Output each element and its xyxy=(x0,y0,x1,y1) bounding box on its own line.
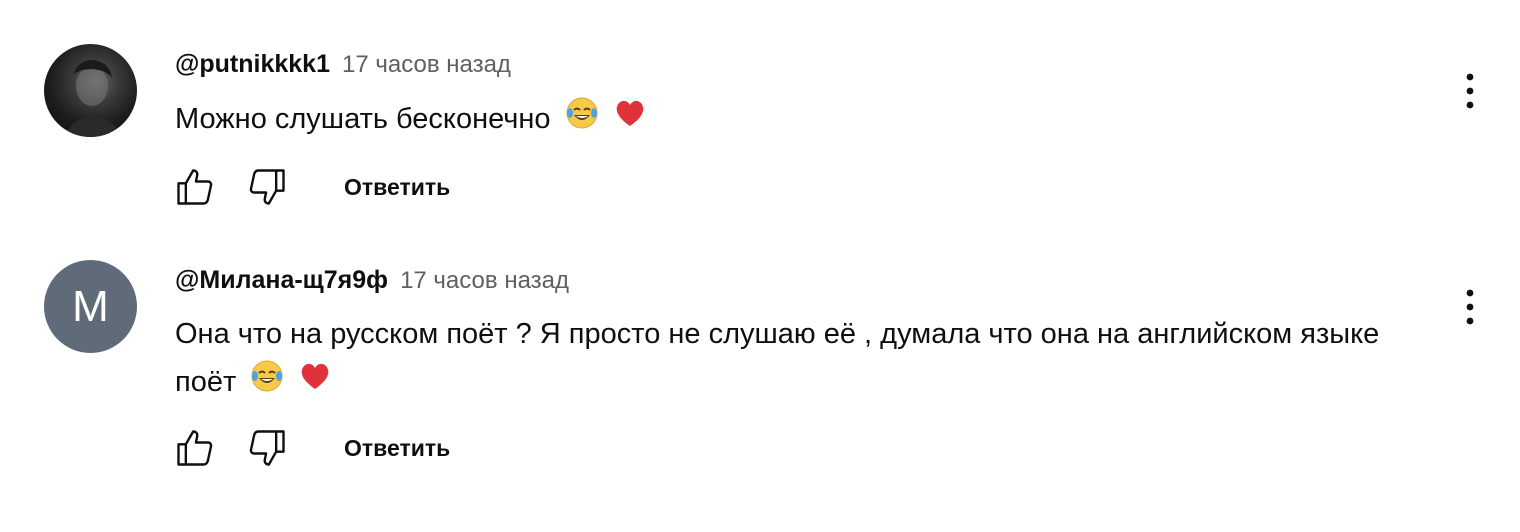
avatar[interactable] xyxy=(44,44,137,137)
like-button[interactable] xyxy=(170,162,220,212)
red-heart-icon xyxy=(613,96,647,145)
comment-menu-button[interactable] xyxy=(1450,66,1490,116)
comment-header: @Милана-щ7я9ф 17 часов назад xyxy=(175,266,569,295)
more-vert-icon xyxy=(1466,289,1474,325)
avatar-photo-image xyxy=(66,60,120,137)
like-button[interactable] xyxy=(170,423,220,473)
face-with-tears-of-joy-icon xyxy=(565,96,599,145)
reply-button[interactable]: Ответить xyxy=(344,435,450,462)
comment-menu-button[interactable] xyxy=(1450,282,1490,332)
dislike-icon xyxy=(249,430,285,466)
avatar-letter: M xyxy=(72,281,109,331)
dislike-button[interactable] xyxy=(242,423,292,473)
like-icon xyxy=(177,430,213,466)
comment-text-content: Можно слушать бесконечно xyxy=(175,103,551,135)
comment-header: @putnikkkk1 17 часов назад xyxy=(175,50,511,79)
more-vert-icon xyxy=(1466,73,1474,109)
reply-button[interactable]: Ответить xyxy=(344,174,450,201)
avatar[interactable]: M xyxy=(44,260,137,353)
comment-author[interactable]: @Милана-щ7я9ф xyxy=(175,266,388,295)
comment-actions: Ответить xyxy=(170,162,450,212)
dislike-icon xyxy=(249,169,285,205)
comment-text-content: Она что на русском поёт ? Я просто не сл… xyxy=(175,318,1380,398)
comment-text: Можно слушать бесконечно xyxy=(175,95,1435,145)
comment-author[interactable]: @putnikkkk1 xyxy=(175,50,330,79)
dislike-button[interactable] xyxy=(242,162,292,212)
comment-timestamp[interactable]: 17 часов назад xyxy=(342,51,511,79)
face-with-tears-of-joy-icon xyxy=(250,359,284,408)
like-icon xyxy=(177,169,213,205)
red-heart-icon xyxy=(298,359,332,408)
comment-timestamp[interactable]: 17 часов назад xyxy=(400,267,569,295)
comment-text: Она что на русском поёт ? Я просто не сл… xyxy=(175,310,1435,408)
comment-actions: Ответить xyxy=(170,423,450,473)
